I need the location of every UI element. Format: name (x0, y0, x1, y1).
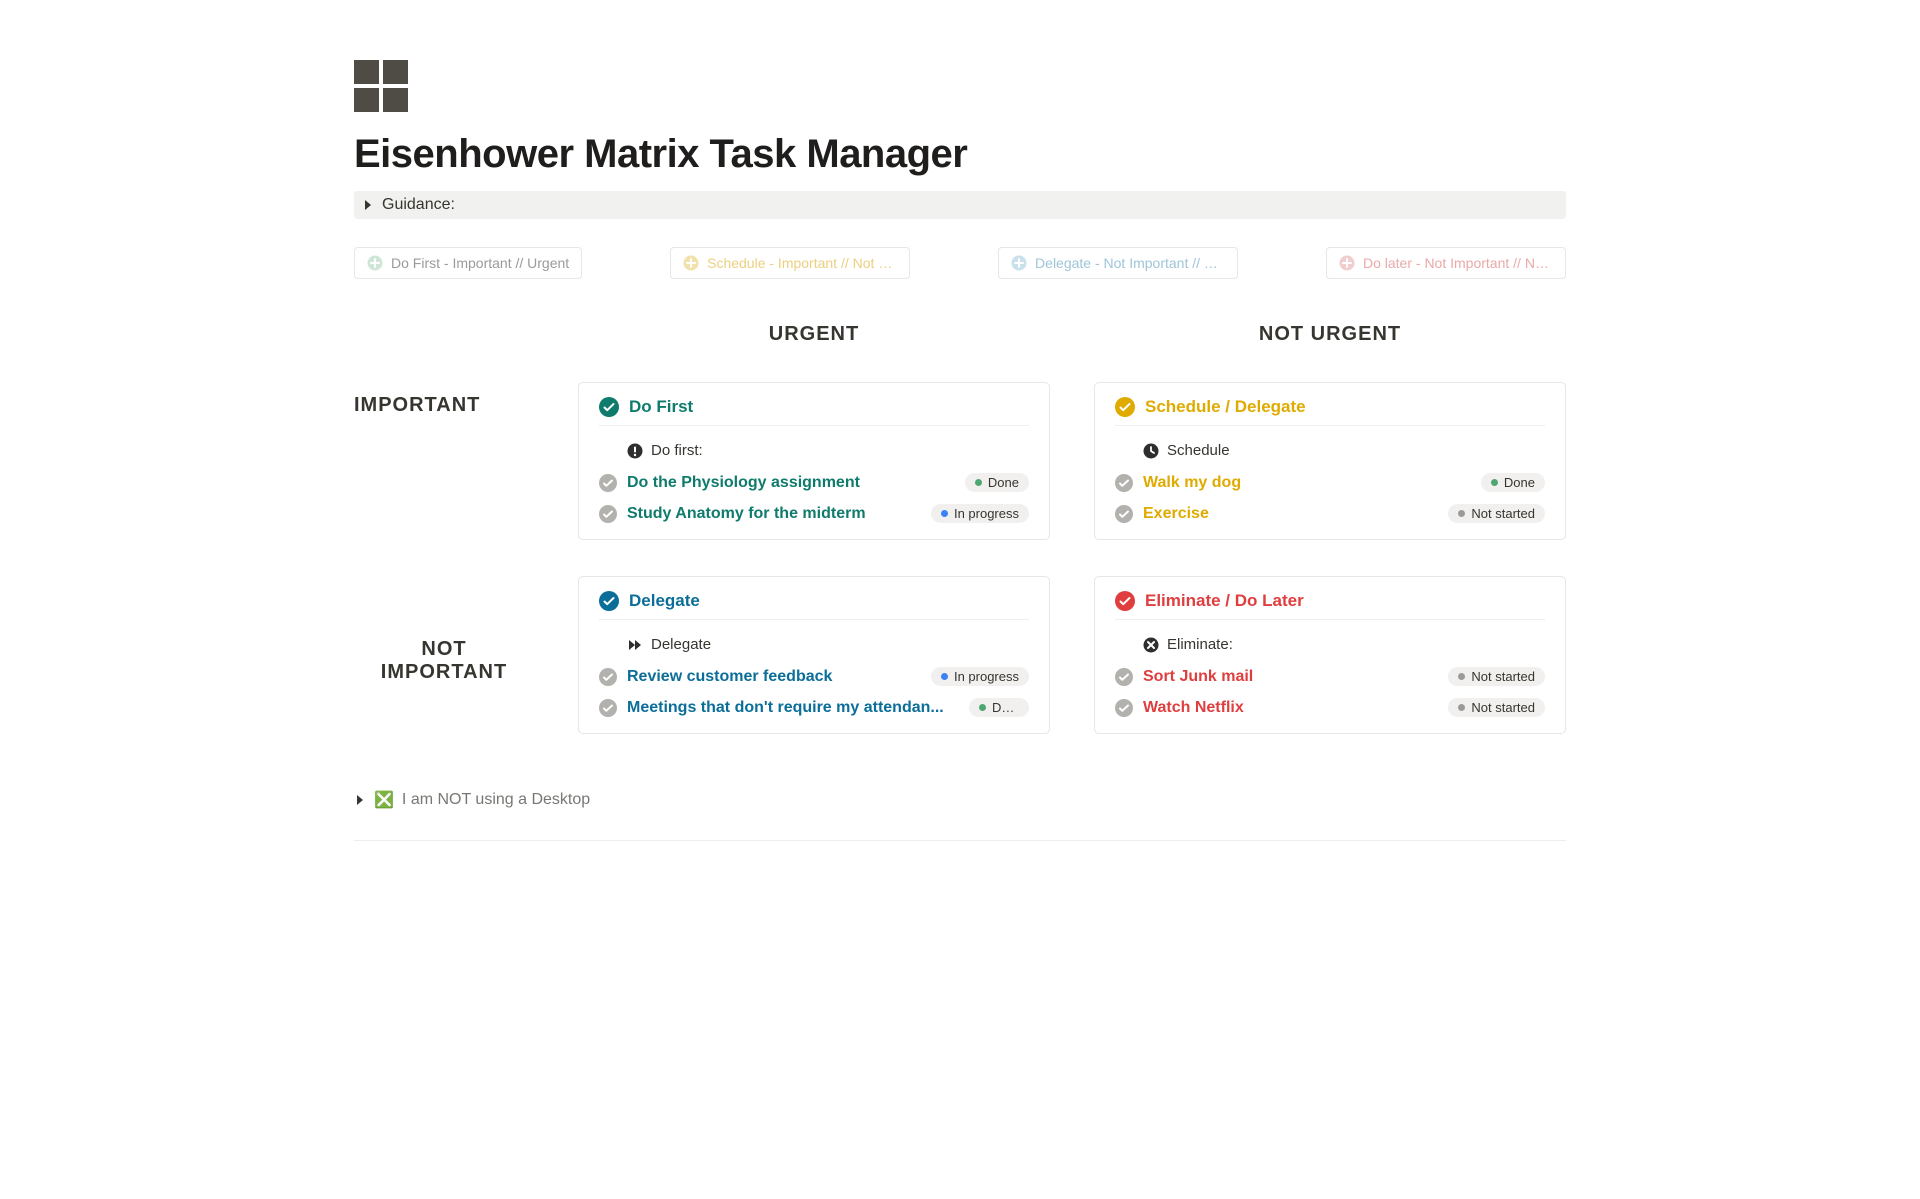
check-circle-icon (1115, 505, 1133, 523)
clock-icon (1143, 443, 1159, 459)
quadrant-sublabel: Delegate (651, 636, 711, 653)
quadrant-subhead: Schedule (1115, 434, 1545, 467)
x-square-emoji-icon: ❎ (374, 790, 394, 810)
action-label: Do later - Not Important // Not... (1363, 255, 1553, 271)
quadrant-sublabel: Eliminate: (1167, 636, 1233, 653)
quadrant-subhead: Do first: (599, 434, 1029, 467)
quadrant-title: Delegate (629, 591, 700, 611)
task-row[interactable]: Watch Netflix Not started (1115, 692, 1545, 723)
guidance-toggle[interactable]: Guidance: (354, 191, 1566, 219)
task-title: Exercise (1143, 505, 1438, 523)
action-label: Do First - Important // Urgent (391, 255, 569, 271)
plus-circle-icon (683, 255, 699, 271)
page-title: Eisenhower Matrix Task Manager (354, 132, 1566, 177)
task-title: Watch Netflix (1143, 699, 1438, 717)
eisenhower-matrix: URGENT NOT URGENT IMPORTANT Do First Do … (354, 323, 1566, 734)
action-do-later[interactable]: Do later - Not Important // Not... (1326, 247, 1566, 279)
status-badge: In progress (931, 504, 1029, 523)
column-header-urgent: URGENT (578, 323, 1050, 346)
row-header-not-important: NOT IMPORTANT (354, 576, 534, 684)
action-label: Delegate - Not Important // Ur... (1035, 255, 1225, 271)
task-row[interactable]: Study Anatomy for the midterm In progres… (599, 498, 1029, 529)
check-circle-icon (1115, 668, 1133, 686)
divider (354, 840, 1566, 841)
quadrant-title: Do First (629, 397, 693, 417)
status-badge: Not started (1448, 698, 1545, 717)
status-badge: Not started (1448, 504, 1545, 523)
plus-circle-icon (367, 255, 383, 271)
quadrant-sublabel: Do first: (651, 442, 703, 459)
status-badge: Done (1481, 473, 1545, 492)
caret-right-icon (354, 794, 366, 806)
check-circle-icon (1115, 699, 1133, 717)
quadrant-delegate: Delegate Delegate Review customer feedba… (578, 576, 1050, 734)
check-circle-icon (599, 699, 617, 717)
quick-action-bar: Do First - Important // Urgent Schedule … (354, 247, 1566, 279)
action-schedule[interactable]: Schedule - Important // Not Ur... (670, 247, 910, 279)
quadrant-sublabel: Schedule (1167, 442, 1230, 459)
task-title: Sort Junk mail (1143, 668, 1438, 686)
plus-circle-icon (1011, 255, 1027, 271)
guidance-label: Guidance: (382, 196, 455, 214)
quadrant-subhead: Eliminate: (1115, 628, 1545, 661)
check-circle-icon (1115, 591, 1135, 611)
task-title: Do the Physiology assignment (627, 474, 955, 492)
check-circle-icon (599, 505, 617, 523)
forward-icon (627, 637, 643, 653)
task-row[interactable]: Sort Junk mail Not started (1115, 661, 1545, 692)
quadrant-eliminate: Eliminate / Do Later Eliminate: Sort Jun… (1094, 576, 1566, 734)
task-row[interactable]: Walk my dog Done (1115, 467, 1545, 498)
status-badge: Do... (969, 698, 1029, 717)
quadrant-title: Schedule / Delegate (1145, 397, 1306, 417)
check-circle-icon (1115, 397, 1135, 417)
action-do-first[interactable]: Do First - Important // Urgent (354, 247, 582, 279)
plus-circle-icon (1339, 255, 1355, 271)
action-label: Schedule - Important // Not Ur... (707, 255, 897, 271)
check-circle-icon (599, 397, 619, 417)
check-circle-icon (1115, 474, 1133, 492)
check-circle-icon (599, 591, 619, 611)
action-delegate[interactable]: Delegate - Not Important // Ur... (998, 247, 1238, 279)
check-circle-icon (599, 474, 617, 492)
alert-circle-icon (627, 443, 643, 459)
task-row[interactable]: Review customer feedback In progress (599, 661, 1029, 692)
status-badge: In progress (931, 667, 1029, 686)
task-row[interactable]: Exercise Not started (1115, 498, 1545, 529)
row-header-important: IMPORTANT (354, 382, 534, 417)
task-title: Meetings that don't require my attendan.… (627, 699, 959, 717)
quadrant-subhead: Delegate (599, 628, 1029, 661)
not-desktop-toggle[interactable]: ❎ I am NOT using a Desktop (354, 790, 1566, 810)
quadrant-do-first: Do First Do first: Do the Physiology ass… (578, 382, 1050, 540)
column-header-not-urgent: NOT URGENT (1094, 323, 1566, 346)
task-title: Review customer feedback (627, 668, 921, 686)
caret-right-icon (362, 199, 374, 211)
task-row[interactable]: Meetings that don't require my attendan.… (599, 692, 1029, 723)
task-title: Walk my dog (1143, 474, 1471, 492)
status-badge: Not started (1448, 667, 1545, 686)
check-circle-icon (599, 668, 617, 686)
status-badge: Done (965, 473, 1029, 492)
quadrant-title: Eliminate / Do Later (1145, 591, 1304, 611)
x-circle-icon (1143, 637, 1159, 653)
page-logo-icon (354, 60, 408, 112)
not-desktop-label: I am NOT using a Desktop (402, 791, 590, 809)
quadrant-schedule: Schedule / Delegate Schedule Walk my dog… (1094, 382, 1566, 540)
task-row[interactable]: Do the Physiology assignment Done (599, 467, 1029, 498)
task-title: Study Anatomy for the midterm (627, 505, 921, 523)
